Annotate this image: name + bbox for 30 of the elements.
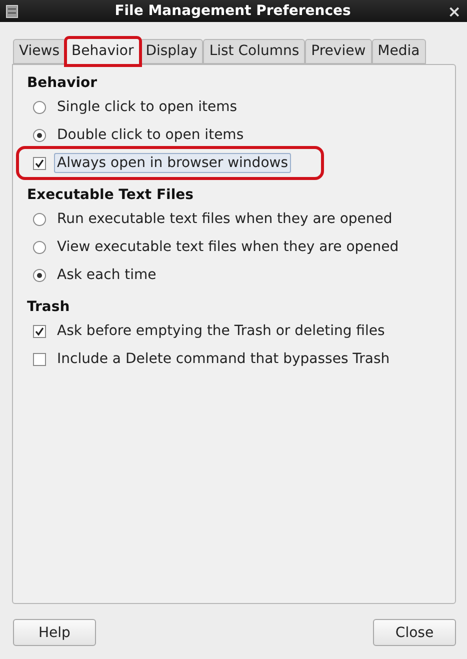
option-label[interactable]: Always open in browser windows bbox=[54, 153, 291, 173]
dialog-button[interactable]: Help bbox=[13, 619, 96, 646]
tab[interactable]: List Columns bbox=[203, 39, 306, 64]
option-label[interactable]: Include a Delete command that bypasses Trash bbox=[54, 349, 393, 369]
close-button[interactable]: × bbox=[448, 2, 461, 20]
radio-button[interactable] bbox=[33, 268, 46, 282]
dialog-button[interactable]: Close bbox=[373, 619, 456, 646]
tab[interactable]: Display bbox=[140, 39, 204, 64]
tab[interactable]: Preview bbox=[305, 39, 372, 64]
option-label[interactable]: Single click to open items bbox=[54, 97, 240, 117]
radio-button[interactable] bbox=[33, 212, 46, 226]
checkbox[interactable] bbox=[33, 156, 46, 170]
tab[interactable]: Behavior bbox=[66, 38, 140, 65]
window-menu-icon[interactable] bbox=[6, 4, 18, 18]
section-title: Behavior bbox=[27, 74, 98, 93]
tab[interactable]: Media bbox=[372, 39, 426, 64]
option-label[interactable]: Ask before emptying the Trash or deleting files bbox=[54, 321, 388, 341]
option-label[interactable]: View executable text files when they are opened bbox=[54, 237, 402, 257]
section-title: Executable Text Files bbox=[27, 186, 194, 205]
checkbox[interactable] bbox=[33, 324, 46, 338]
option-label[interactable]: Ask each time bbox=[54, 265, 160, 285]
radio-button[interactable] bbox=[33, 128, 46, 142]
radio-button[interactable] bbox=[33, 100, 46, 114]
option-label[interactable]: Run executable text files when they are opened bbox=[54, 209, 396, 229]
section-title: Trash bbox=[27, 298, 71, 317]
option-label[interactable]: Double click to open items bbox=[54, 125, 247, 145]
checkbox[interactable] bbox=[33, 352, 46, 366]
radio-button[interactable] bbox=[33, 240, 46, 254]
tab[interactable]: Views bbox=[13, 39, 66, 64]
window-title: File Management Preferences bbox=[114, 3, 352, 19]
